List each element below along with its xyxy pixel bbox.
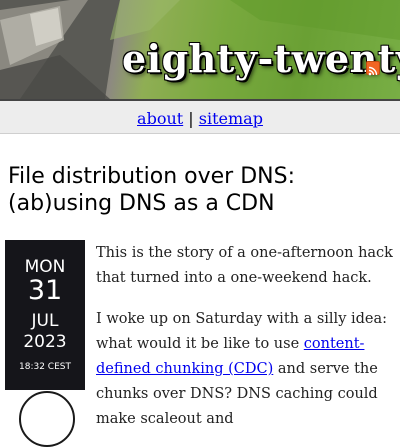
paragraph: I woke up on Saturday with a silly idea:… xyxy=(96,307,394,432)
site-banner: eighty-twenty xyxy=(0,0,400,99)
site-title-link[interactable]: eighty-twenty xyxy=(122,36,400,81)
post-body: This is the story of a one-afternoon hac… xyxy=(96,241,394,448)
rss-glyph-icon xyxy=(368,66,378,76)
date-time: 18:32 CEST xyxy=(19,362,71,372)
date-weekday: MON xyxy=(24,257,66,277)
clock-icon xyxy=(19,391,75,447)
post-title: File distribution over DNS: (ab)using DN… xyxy=(8,164,295,216)
nav-about-link[interactable]: about xyxy=(137,109,183,128)
nav-sitemap-link[interactable]: sitemap xyxy=(199,109,263,128)
date-day: 31 xyxy=(27,275,63,306)
top-nav: about | sitemap xyxy=(0,101,400,134)
paragraph: This is the story of a one-afternoon hac… xyxy=(96,245,393,286)
rss-feed-icon[interactable] xyxy=(366,61,380,76)
date-month: JUL xyxy=(31,311,59,331)
nav-separator: | xyxy=(188,109,194,128)
date-year: 2023 xyxy=(23,332,67,352)
date-badge: MON 31 JUL 2023 18:32 CEST xyxy=(5,240,85,447)
